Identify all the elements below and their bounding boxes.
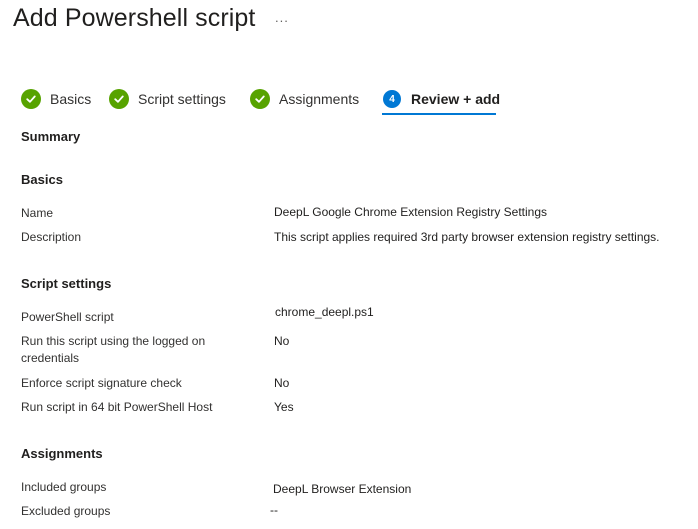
- run-logged-on-label-cont: credentials: [21, 351, 80, 365]
- more-options-icon[interactable]: ...: [275, 10, 289, 25]
- excluded-groups-label: Excluded groups: [21, 504, 111, 518]
- description-value: This script applies required 3rd party b…: [274, 230, 660, 244]
- excluded-groups-value: --: [270, 503, 278, 517]
- tab-basics[interactable]: Basics: [21, 88, 91, 110]
- assignments-heading: Assignments: [21, 446, 103, 461]
- page-title: Add Powershell script: [13, 4, 256, 32]
- tab-review-add[interactable]: 4 Review + add: [383, 88, 500, 110]
- included-groups-value: DeepL Browser Extension: [273, 482, 412, 496]
- included-groups-label: Included groups: [21, 480, 107, 494]
- tab-assignments-label: Assignments: [279, 91, 360, 107]
- run-logged-on-label: Run this script using the logged on: [21, 334, 206, 348]
- tab-basics-label: Basics: [50, 91, 92, 107]
- run-64bit-label: Run script in 64 bit PowerShell Host: [21, 400, 213, 414]
- run-64bit-value: Yes: [274, 400, 294, 414]
- powershell-script-value: chrome_deepl.ps1: [275, 305, 374, 319]
- enforce-signature-label: Enforce script signature check: [21, 376, 182, 390]
- summary-heading: Summary: [21, 129, 81, 144]
- enforce-signature-value: No: [274, 376, 290, 390]
- step-number-badge: 4: [383, 90, 401, 108]
- name-value: DeepL Google Chrome Extension Registry S…: [274, 205, 548, 219]
- powershell-script-label: PowerShell script: [21, 310, 114, 324]
- checkmark-circle-icon: [21, 89, 41, 109]
- script-settings-heading: Script settings: [21, 276, 112, 291]
- tab-script-settings-label: Script settings: [138, 91, 226, 107]
- description-label: Description: [21, 230, 82, 244]
- active-tab-indicator: [382, 113, 496, 115]
- name-label: Name: [21, 206, 54, 220]
- run-logged-on-value: No: [274, 334, 290, 348]
- tab-review-add-label: Review + add: [411, 91, 501, 107]
- basics-heading: Basics: [21, 172, 63, 187]
- checkmark-circle-icon: [109, 89, 129, 109]
- tab-script-settings[interactable]: Script settings: [109, 88, 226, 110]
- checkmark-circle-icon: [250, 89, 270, 109]
- tab-assignments[interactable]: Assignments: [250, 88, 359, 110]
